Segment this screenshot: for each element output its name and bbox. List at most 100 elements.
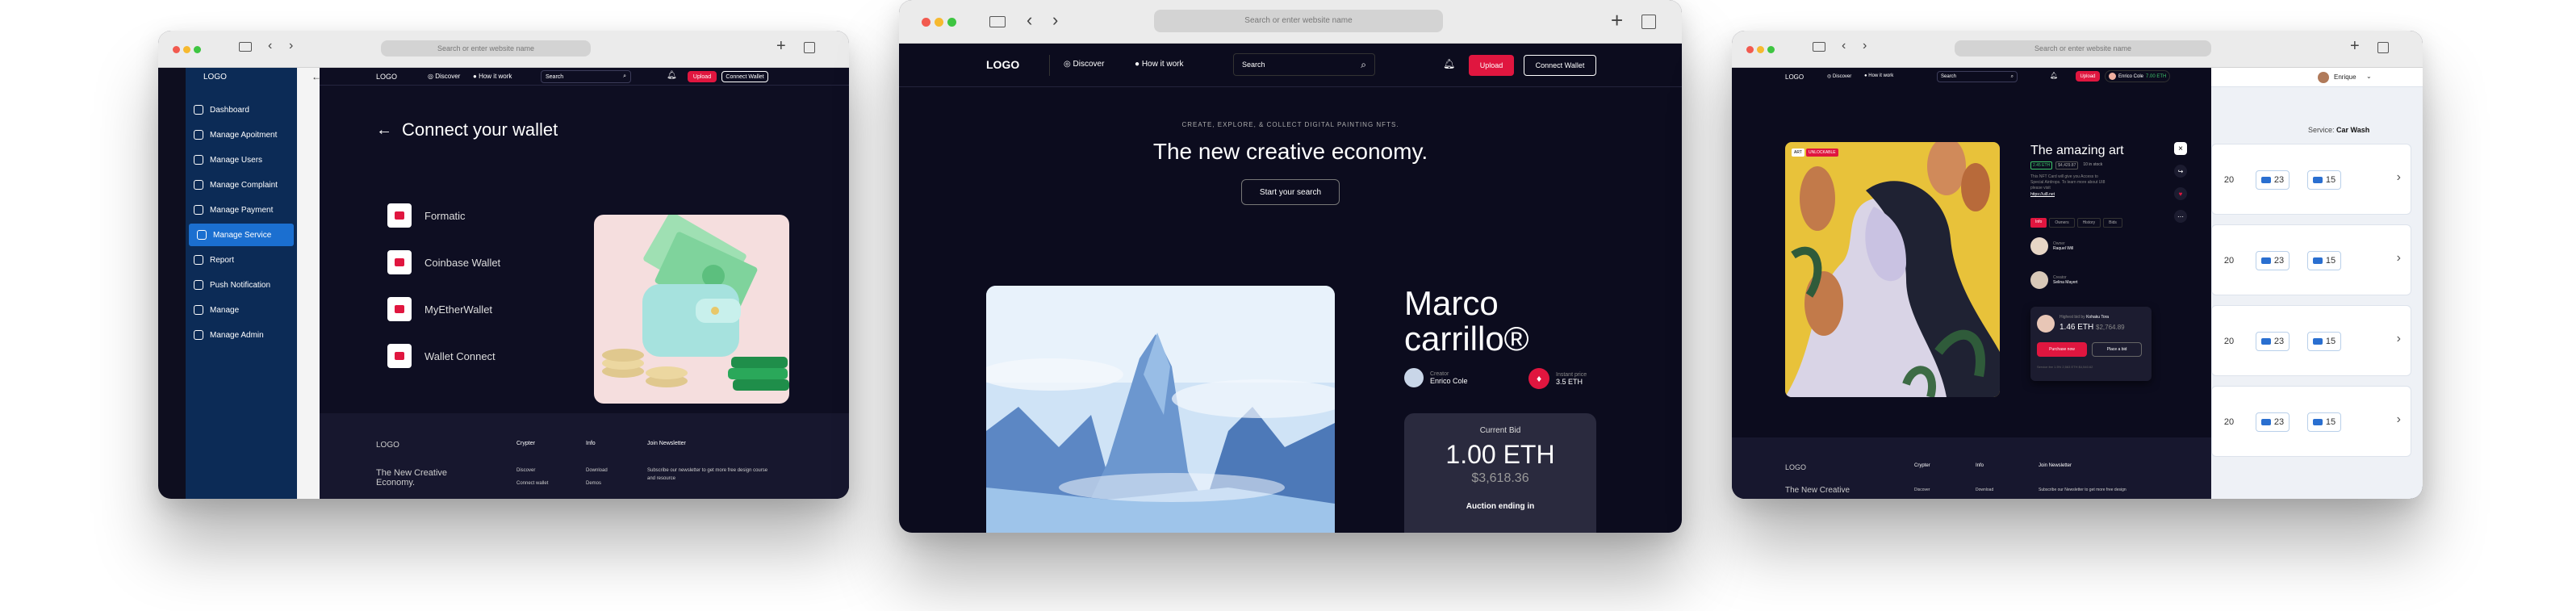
- upload-label: Upload: [2080, 73, 2096, 79]
- chevron-down-icon[interactable]: ⌄: [2366, 73, 2372, 80]
- wallet-option-formatic[interactable]: Formatic: [387, 203, 466, 228]
- minimize-dot[interactable]: [183, 46, 190, 53]
- footer-link[interactable]: Discover: [516, 468, 535, 473]
- creator-avatar[interactable]: [1404, 368, 1424, 387]
- search-input[interactable]: Search ⌕: [541, 70, 631, 83]
- tab-bids[interactable]: Bids: [2103, 218, 2122, 228]
- chevron-right-icon[interactable]: ›: [2397, 332, 2401, 346]
- wallet-option-coinbase[interactable]: Coinbase Wallet: [387, 250, 500, 274]
- maximize-dot[interactable]: [1767, 46, 1775, 53]
- sidebar-item-dashboard[interactable]: Dashboard: [186, 98, 297, 121]
- heart-icon[interactable]: ♥: [2174, 187, 2187, 200]
- nav-discover[interactable]: ◎ Discover: [1064, 60, 1104, 69]
- bell-icon[interactable]: 🔔︎: [1443, 58, 1455, 69]
- nav-how-it-work[interactable]: ● How it work: [1135, 60, 1184, 69]
- sidebar-item-payment[interactable]: Manage Payment: [186, 199, 297, 221]
- sidebar-item-manage[interactable]: Manage: [186, 299, 297, 321]
- address-bar[interactable]: Search or enter website name: [1955, 40, 2211, 56]
- tab-owners[interactable]: Owners: [2049, 218, 2075, 228]
- connect-wallet-button[interactable]: Connect Wallet: [721, 71, 768, 82]
- upload-label: Upload: [692, 73, 712, 80]
- owner-avatar[interactable]: [2030, 237, 2048, 255]
- nav-logo[interactable]: LOGO: [986, 58, 1019, 71]
- admin-user-name[interactable]: Enrique: [2334, 73, 2356, 81]
- sidebar-toggle-icon[interactable]: [1813, 42, 1825, 52]
- purchase-now-button[interactable]: Purchase now: [2037, 342, 2087, 357]
- nav-discover[interactable]: ◎ Discover: [428, 73, 460, 80]
- footer-link[interactable]: Download: [586, 468, 608, 473]
- new-tab-icon[interactable]: +: [776, 37, 786, 56]
- sidebar-item-service[interactable]: Manage Service: [189, 224, 294, 246]
- new-tab-icon[interactable]: +: [2350, 37, 2360, 56]
- sidebar-collapse-strip[interactable]: ←: [297, 68, 321, 499]
- footer-link[interactable]: Connect wallet: [516, 481, 548, 486]
- tabs-icon[interactable]: [1641, 15, 1656, 29]
- sidebar-item-admin[interactable]: Manage Admin: [186, 324, 297, 346]
- tab-info[interactable]: Info: [2030, 218, 2047, 228]
- close-dot[interactable]: [1746, 46, 1754, 53]
- upload-button[interactable]: Upload: [2076, 71, 2100, 82]
- forward-icon[interactable]: ›: [1863, 39, 1867, 53]
- upload-button[interactable]: Upload: [688, 71, 717, 82]
- nav-logo[interactable]: LOGO: [376, 73, 397, 81]
- nav-discover[interactable]: ◎ Discover: [1827, 73, 1851, 79]
- sidebar-toggle-icon[interactable]: [239, 42, 252, 52]
- address-bar[interactable]: Search or enter website name: [381, 40, 591, 56]
- sidebar-item-notification[interactable]: Push Notification: [186, 274, 297, 296]
- tabs-icon[interactable]: [804, 42, 815, 53]
- forward-icon[interactable]: ›: [289, 39, 293, 53]
- bell-icon[interactable]: 🔔︎: [2050, 72, 2058, 79]
- service-value[interactable]: Car Wash: [2336, 126, 2369, 134]
- maximize-dot[interactable]: [947, 18, 956, 27]
- start-search-button[interactable]: Start your search: [1241, 179, 1340, 205]
- tab-history[interactable]: History: [2076, 218, 2101, 228]
- back-icon[interactable]: ‹: [1842, 39, 1846, 53]
- user-balance[interactable]: Enrico Cole 7.00 ETH: [2105, 70, 2171, 82]
- minimize-dot[interactable]: [935, 18, 943, 27]
- service-row[interactable]: 20 23 15 ›: [2211, 224, 2411, 295]
- back-icon[interactable]: ‹: [268, 39, 272, 53]
- back-icon[interactable]: ‹: [1027, 10, 1032, 31]
- nav-how-it-work[interactable]: ● How it work: [473, 73, 512, 80]
- new-tab-icon[interactable]: +: [1611, 8, 1623, 33]
- share-icon[interactable]: ↪: [2174, 165, 2187, 178]
- minimize-dot[interactable]: [1757, 46, 1764, 53]
- wallet-option-walletconnect[interactable]: Wallet Connect: [387, 344, 496, 368]
- sidebar-item-complaint[interactable]: Manage Complaint: [186, 174, 297, 196]
- chevron-right-icon[interactable]: ›: [2397, 412, 2401, 427]
- search-input[interactable]: Search ⌕: [1937, 71, 2018, 82]
- close-dot[interactable]: [173, 46, 180, 53]
- chevron-right-icon[interactable]: ›: [2397, 170, 2401, 185]
- sidebar-item-users[interactable]: Manage Users: [186, 149, 297, 171]
- upload-button[interactable]: Upload: [1469, 55, 1514, 76]
- service-row[interactable]: 20 23 15 ›: [2211, 305, 2411, 376]
- art-link[interactable]: https://ui8.net: [2030, 192, 2055, 197]
- more-icon[interactable]: ⋯: [2174, 210, 2187, 223]
- sidebar-toggle-icon[interactable]: [989, 16, 1006, 27]
- admin-avatar[interactable]: [2318, 72, 2329, 83]
- address-bar[interactable]: Search or enter website name: [1154, 10, 1443, 32]
- wallet-option-myetherwallet[interactable]: MyEtherWallet: [387, 297, 492, 321]
- connect-wallet-button[interactable]: Connect Wallet: [1524, 55, 1596, 76]
- tabs-icon[interactable]: [2377, 42, 2389, 53]
- footer-link[interactable]: Demos: [586, 481, 601, 486]
- back-arrow-icon[interactable]: ←: [376, 121, 392, 140]
- artist-name: Marco carrillo®: [1404, 284, 1529, 358]
- maximize-dot[interactable]: [194, 46, 201, 53]
- sidebar-item-report[interactable]: Report: [186, 249, 297, 271]
- search-input[interactable]: Search ⌕: [1233, 53, 1375, 76]
- creator-avatar[interactable]: [2030, 271, 2048, 289]
- nav-logo[interactable]: LOGO: [1785, 73, 1804, 81]
- place-bid-button[interactable]: Place a bid: [2092, 342, 2142, 357]
- sidebar-item-appointment[interactable]: Manage Apoitment: [186, 123, 297, 146]
- chevron-right-icon[interactable]: ›: [2397, 251, 2401, 266]
- forward-icon[interactable]: ›: [1052, 10, 1058, 31]
- footer-link[interactable]: Download: [1976, 488, 1993, 492]
- nav-how-it-work[interactable]: ● How it work: [1864, 73, 1893, 78]
- close-dot[interactable]: [922, 18, 930, 27]
- close-icon[interactable]: ×: [2174, 142, 2187, 155]
- bell-icon[interactable]: 🔔︎: [667, 71, 677, 80]
- service-row[interactable]: 20 23 15 ›: [2211, 144, 2411, 215]
- service-row[interactable]: 20 23 15 ›: [2211, 386, 2411, 457]
- footer-link[interactable]: Discover: [1914, 488, 1930, 492]
